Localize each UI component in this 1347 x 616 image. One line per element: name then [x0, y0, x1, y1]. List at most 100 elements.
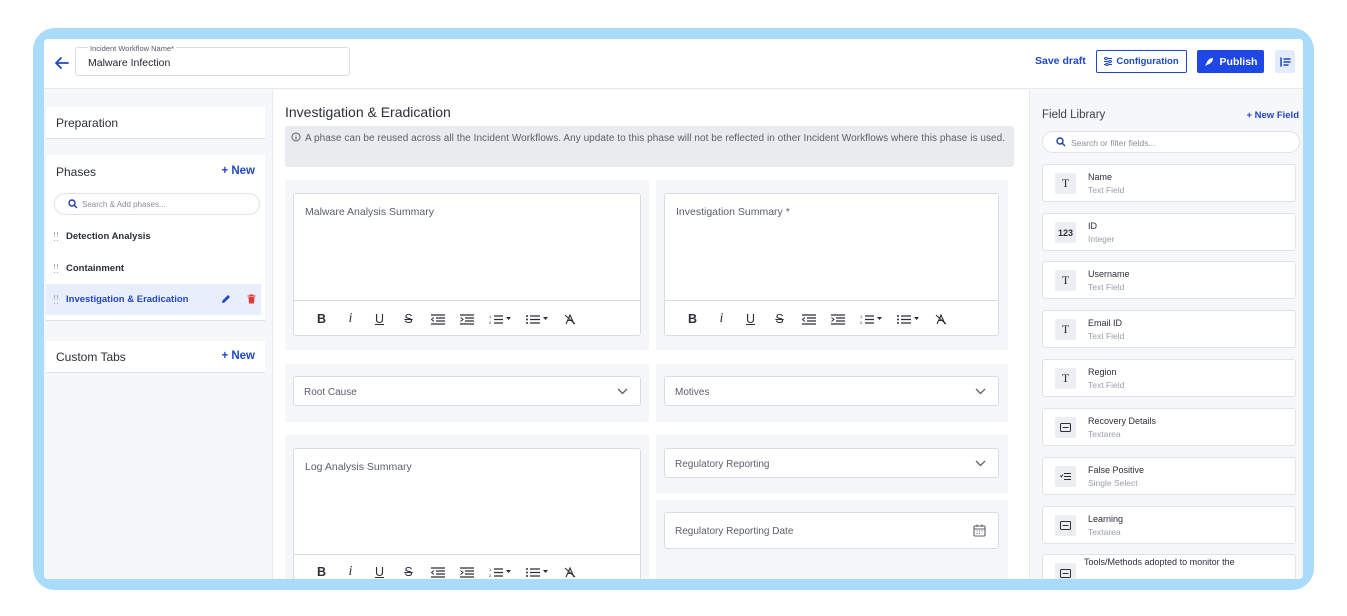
- indent-icon[interactable]: [452, 563, 481, 579]
- field-cell: Root Cause: [285, 364, 649, 422]
- malware-analysis-summary-editor[interactable]: Malware Analysis Summary B i U S 12: [293, 193, 641, 336]
- field-cell: Motives: [656, 364, 1008, 422]
- delete-trash-icon[interactable]: [247, 294, 256, 304]
- drag-handle-icon[interactable]: [54, 295, 58, 304]
- configuration-button[interactable]: Configuration: [1096, 50, 1187, 73]
- field-type: Textarea: [1088, 429, 1121, 439]
- svg-text:1: 1: [489, 567, 492, 572]
- select-placeholder: Root Cause: [304, 387, 357, 398]
- numbered-list-dropdown[interactable]: 12: [852, 310, 889, 328]
- phase-item-investigation-eradication[interactable]: Investigation & Eradication: [46, 284, 261, 315]
- bullet-list-dropdown[interactable]: [518, 310, 555, 328]
- edit-pencil-icon[interactable]: [221, 294, 231, 304]
- field-type: Integer: [1088, 234, 1115, 244]
- search-icon: [68, 199, 78, 209]
- underline-button[interactable]: U: [365, 310, 394, 328]
- workflow-name-field[interactable]: Incident Workflow Name* Malware Infectio…: [75, 44, 350, 76]
- drag-handle-icon[interactable]: [54, 232, 58, 241]
- phase-search-input[interactable]: Search & Add phases...: [54, 193, 260, 215]
- phase-sidebar: Preparation Phases + New Search & Add ph…: [44, 90, 273, 579]
- clear-format-icon[interactable]: [555, 563, 584, 579]
- field-type: Text Field: [1088, 185, 1125, 195]
- strikethrough-button[interactable]: S: [394, 563, 423, 579]
- italic-button[interactable]: i: [336, 563, 365, 579]
- publish-button[interactable]: Publish: [1197, 50, 1264, 73]
- editor-divider: [294, 554, 640, 555]
- svg-text:2: 2: [860, 320, 863, 325]
- editor-divider: [294, 300, 640, 301]
- indent-icon[interactable]: [452, 310, 481, 328]
- regulatory-reporting-select[interactable]: Regulatory Reporting: [664, 448, 999, 478]
- textarea-icon: [1055, 563, 1076, 579]
- motives-select[interactable]: Motives: [664, 376, 999, 406]
- bullet-list-dropdown[interactable]: [889, 310, 926, 328]
- italic-button[interactable]: i: [707, 310, 736, 328]
- clear-format-icon[interactable]: [926, 310, 955, 328]
- configuration-icon: [1104, 57, 1113, 66]
- phases-title: Phases: [56, 165, 97, 179]
- italic-button[interactable]: i: [336, 310, 365, 328]
- numbered-list-dropdown[interactable]: 12: [481, 310, 518, 328]
- root-cause-select[interactable]: Root Cause: [293, 376, 641, 406]
- custom-tabs-card: Custom Tabs + New: [46, 341, 265, 373]
- field-name: Tools/Methods adopted to monitor the: [1084, 557, 1235, 567]
- phase-item-detection-analysis[interactable]: Detection Analysis: [46, 221, 265, 252]
- regulatory-reporting-date-picker[interactable]: Regulatory Reporting Date: [664, 512, 999, 549]
- date-placeholder: Regulatory Reporting Date: [675, 526, 794, 537]
- field-card-id[interactable]: 123 ID Integer: [1042, 213, 1296, 251]
- single-select-icon: [1055, 466, 1076, 487]
- field-card-false-positive[interactable]: False Positive Single Select: [1042, 457, 1296, 495]
- underline-button[interactable]: U: [365, 563, 394, 579]
- editor-placeholder: Investigation Summary *: [676, 206, 790, 218]
- phase-editor: Investigation & Eradication A phase can …: [274, 90, 1028, 579]
- field-cell: Malware Analysis Summary B i U S 12: [285, 180, 649, 350]
- phase-label: Containment: [66, 263, 125, 274]
- chevron-down-icon: [617, 388, 628, 395]
- field-search-input[interactable]: Search or filter fields...: [1042, 131, 1300, 153]
- new-custom-tab-button[interactable]: + New: [221, 350, 255, 362]
- calendar-icon[interactable]: [973, 524, 986, 537]
- field-type: Textarea: [1088, 527, 1121, 537]
- numbered-list-dropdown[interactable]: 12: [481, 563, 518, 579]
- field-card-username[interactable]: T Username Text Field: [1042, 261, 1296, 299]
- underline-button[interactable]: U: [736, 310, 765, 328]
- outdent-icon[interactable]: [794, 310, 823, 328]
- log-analysis-summary-editor[interactable]: Log Analysis Summary B i U S 12: [293, 448, 641, 579]
- field-card-name[interactable]: T Name Text Field: [1042, 164, 1296, 202]
- drag-handle-icon[interactable]: [54, 264, 58, 273]
- field-name: Username: [1088, 269, 1130, 279]
- bold-button[interactable]: B: [307, 563, 336, 579]
- outdent-icon[interactable]: [423, 310, 452, 328]
- bold-button[interactable]: B: [307, 310, 336, 328]
- rich-text-toolbar: B i U S 12: [307, 310, 584, 328]
- field-search-placeholder: Search or filter fields...: [1071, 138, 1156, 148]
- field-name: ID: [1088, 221, 1097, 231]
- field-card-region[interactable]: T Region Text Field: [1042, 359, 1296, 397]
- list-icon: [1279, 56, 1291, 67]
- strikethrough-button[interactable]: S: [394, 310, 423, 328]
- field-card-recovery-details[interactable]: Recovery Details Textarea: [1042, 408, 1296, 446]
- bold-button[interactable]: B: [678, 310, 707, 328]
- save-draft-button[interactable]: Save draft: [1035, 55, 1086, 67]
- strikethrough-button[interactable]: S: [765, 310, 794, 328]
- field-card-tools-methods[interactable]: Tools/Methods adopted to monitor the: [1042, 554, 1296, 579]
- outdent-icon[interactable]: [423, 563, 452, 579]
- field-card-learning[interactable]: Learning Textarea: [1042, 506, 1296, 544]
- list-view-button[interactable]: [1275, 50, 1295, 73]
- back-arrow-icon[interactable]: [52, 53, 72, 73]
- select-placeholder: Regulatory Reporting: [675, 459, 770, 470]
- preparation-card[interactable]: Preparation: [46, 107, 265, 139]
- phase-item-containment[interactable]: Containment: [46, 253, 265, 284]
- field-name: Email ID: [1088, 318, 1123, 328]
- clear-format-icon[interactable]: [555, 310, 584, 328]
- new-field-button[interactable]: + New Field: [1246, 110, 1299, 121]
- rich-text-toolbar: B i U S 12: [678, 310, 955, 328]
- indent-icon[interactable]: [823, 310, 852, 328]
- investigation-summary-editor[interactable]: Investigation Summary * B i U S 12: [664, 193, 999, 336]
- textarea-icon: [1055, 515, 1076, 536]
- bullet-list-dropdown[interactable]: [518, 563, 555, 579]
- rich-text-toolbar: B i U S 12: [307, 563, 584, 579]
- workflow-editor: Incident Workflow Name* Malware Infectio…: [44, 39, 1303, 579]
- field-card-email-id[interactable]: T Email ID Text Field: [1042, 310, 1296, 348]
- new-phase-button[interactable]: + New: [221, 165, 255, 177]
